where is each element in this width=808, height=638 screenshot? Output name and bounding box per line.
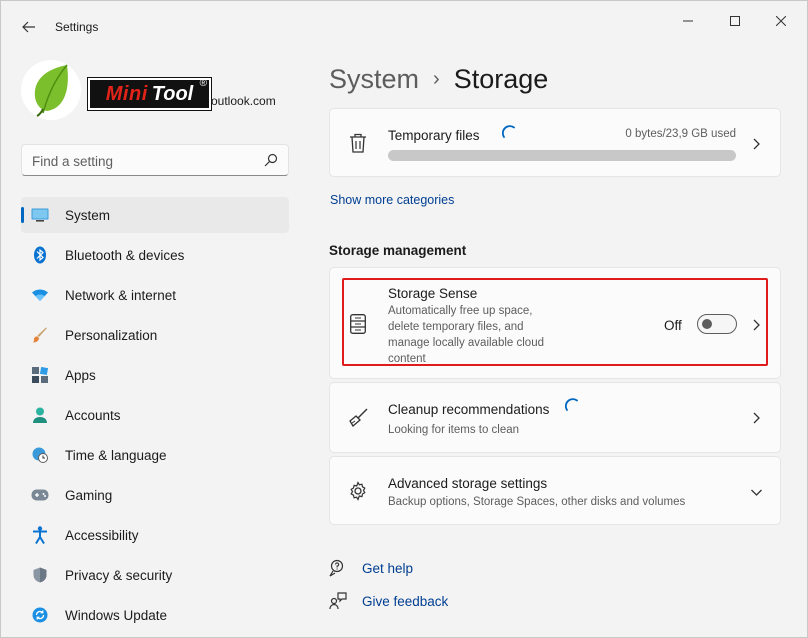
sidebar-item-accessibility[interactable]: Accessibility [21,517,289,553]
sidebar-item-label: Accessibility [65,528,139,543]
settings-window: Settings Mini Tool ® outlook.com Find a … [0,0,808,638]
storage-sense-desc-line: delete temporary files, and [388,321,524,333]
give-feedback-link[interactable]: Give feedback [362,594,448,609]
sidebar-item-accounts[interactable]: Accounts [21,397,289,433]
cleanup-recommendations-title: Cleanup recommendations [388,402,550,417]
sidebar-item-time-language[interactable]: Time & language [21,437,289,473]
sidebar-item-label: Accounts [65,408,121,423]
arrow-left-icon [22,21,35,33]
advanced-storage-settings-card[interactable]: Advanced storage settings Backup options… [329,456,781,525]
sidebar-item-label: Privacy & security [65,568,173,583]
sidebar-item-label: Personalization [65,328,158,343]
breadcrumb-separator: › [433,67,440,90]
help-icon [328,558,348,578]
app-title: Settings [55,20,99,34]
brand-logo: Mini Tool ® [87,77,212,111]
cleanup-recommendations-card[interactable]: Cleanup recommendations Looking for item… [329,382,781,453]
broom-icon [347,407,369,429]
temporary-files-card[interactable]: Temporary files 0 bytes/23,9 GB used [329,108,781,177]
minimize-button[interactable] [665,7,711,35]
bluetooth-icon [31,246,49,264]
leaf-icon [34,64,68,117]
update-icon [31,606,49,624]
storage-sense-toggle-label: Off [664,318,682,333]
sidebar-item-bluetooth[interactable]: Bluetooth & devices [21,237,289,273]
cleanup-recommendations-status: Looking for items to clean [388,424,520,436]
title-bar: Settings [1,1,807,47]
brand-logo-mini: Mini [105,82,148,105]
close-icon [776,16,786,26]
sidebar-item-personalization[interactable]: Personalization [21,317,289,353]
page-title: Storage [453,63,549,94]
show-more-categories-link[interactable]: Show more categories [330,193,454,207]
storage-sense-title: Storage Sense [388,286,478,301]
temporary-files-title: Temporary files [388,128,480,143]
storage-drive-icon [347,313,369,335]
storage-sense-desc-line: Automatically free up space, [388,305,533,317]
loading-spinner-icon [502,125,515,138]
breadcrumb-parent[interactable]: System [329,64,419,95]
sidebar-item-windows-update[interactable]: Windows Update [21,597,289,633]
feedback-icon [328,591,348,611]
advanced-storage-settings-title: Advanced storage settings [388,476,548,491]
person-icon [31,406,49,424]
wifi-icon [31,286,49,304]
loading-spinner-icon [565,398,578,411]
sidebar-item-network[interactable]: Network & internet [21,277,289,313]
storage-sense-desc-line: content [388,353,426,365]
get-help-link[interactable]: Get help [362,561,413,576]
sidebar-item-label: System [65,208,111,223]
paintbrush-icon [31,326,49,344]
back-button[interactable] [15,13,43,41]
brand-logo-tool: Tool [151,82,194,105]
search-box[interactable] [21,144,289,176]
trash-icon [347,132,369,154]
sidebar-item-gaming[interactable]: Gaming [21,477,289,513]
sidebar-item-system[interactable]: System [21,197,289,233]
breadcrumb: System › Storage [329,61,548,97]
shield-icon [31,566,49,584]
chevron-down-icon [751,489,762,496]
storage-sense-toggle[interactable] [697,314,737,334]
close-button[interactable] [758,7,804,35]
chevron-right-icon [753,412,760,424]
sidebar-item-apps[interactable]: Apps [21,357,289,393]
monitor-icon [31,206,49,224]
sidebar-item-privacy-security[interactable]: Privacy & security [21,557,289,593]
maximize-button[interactable] [712,7,758,35]
account-email: outlook.com [211,94,276,108]
sidebar-nav: System Bluetooth & devices Network & int… [21,197,289,637]
storage-sense-desc-line: manage locally available cloud [388,337,544,349]
globe-clock-icon [31,446,49,464]
search-input[interactable] [32,151,262,171]
maximize-icon [730,16,740,26]
avatar[interactable] [21,60,81,120]
gear-icon [347,480,369,502]
brand-logo-registered: ® [199,78,207,89]
advanced-storage-settings-desc: Backup options, Storage Spaces, other di… [388,496,686,508]
sidebar-item-label: Time & language [65,448,167,463]
sidebar-item-label: Apps [65,368,96,383]
chevron-right-icon [753,319,760,331]
sidebar-item-label: Gaming [65,488,113,503]
storage-management-heading: Storage management [329,243,467,258]
apps-icon [31,366,49,384]
accessibility-icon [31,526,49,544]
toggle-knob [702,319,712,329]
sidebar-item-label: Windows Update [65,608,168,623]
chevron-right-icon [753,138,760,150]
search-icon[interactable] [264,153,278,167]
temporary-files-progress-bar [388,150,736,161]
sidebar-item-label: Bluetooth & devices [65,248,185,263]
temporary-files-usage: 0 bytes/23,9 GB used [625,128,736,140]
minimize-icon [683,20,693,22]
gamepad-icon [31,486,49,504]
sidebar-item-label: Network & internet [65,288,177,303]
storage-sense-card[interactable]: Storage Sense Automatically free up spac… [329,267,781,379]
